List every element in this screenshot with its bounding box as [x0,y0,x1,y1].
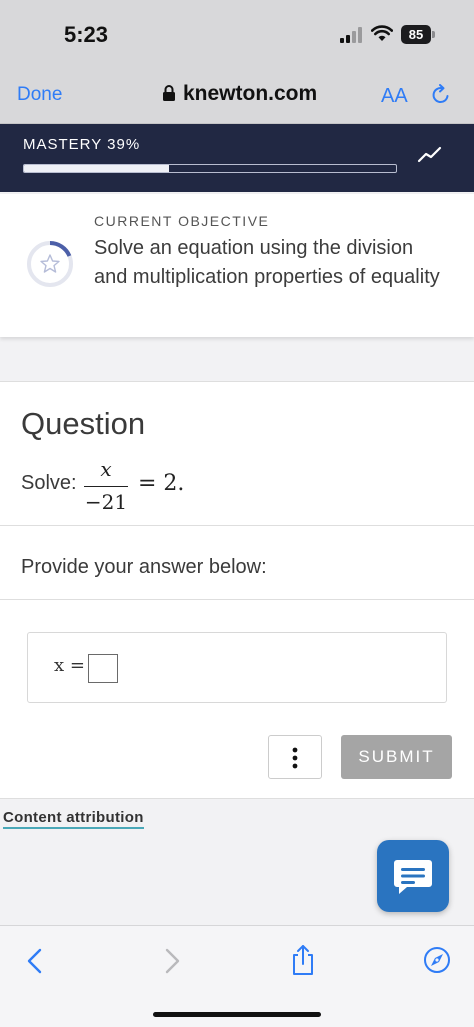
chat-icon [394,860,432,894]
equation-rhs: = 2. [138,471,185,496]
battery-indicator: 85 [401,25,431,44]
objective-label: CURRENT OBJECTIVE [94,213,270,229]
question-title: Question [21,406,146,441]
solve-label: Solve: [21,472,77,494]
signal-icon [340,27,362,43]
browser-toolbar [0,925,474,1027]
status-bar: 5:23 85 [0,0,474,62]
fraction-bar [84,486,128,487]
status-time: 5:23 [64,22,109,47]
text-size-button[interactable]: AA [381,85,408,108]
submit-button[interactable]: SUBMIT [341,735,452,779]
chat-button[interactable] [377,840,449,912]
screen: 5:23 85 Done knewton.com AA MASTERY 39% … [0,0,474,1027]
battery-nub [432,31,435,38]
forward-icon[interactable] [162,948,182,974]
more-options-button[interactable] [268,735,322,779]
lock-icon [163,85,175,101]
divider [0,525,474,526]
answer-area: x = [27,632,447,703]
text-size-label: AA [381,85,408,107]
more-vertical-icon [292,747,298,769]
content-attribution-link[interactable]: Content attribution [3,809,144,829]
provide-answer-label: Provide your answer below: [21,556,267,578]
mastery-progress-track [23,164,397,173]
answer-input[interactable] [88,654,118,683]
question-card: Question Solve: x −21 = 2. Provide your … [0,381,474,799]
mastery-bar: MASTERY 39% [0,124,474,192]
done-button[interactable]: Done [17,84,62,106]
divider [0,599,474,600]
compass-icon[interactable] [423,946,451,974]
fraction-denominator: −21 [84,490,128,514]
star-icon [27,241,73,287]
objective-text: Solve an equation using the division and… [94,237,440,288]
mastery-progress-fill [24,165,170,172]
trend-icon[interactable] [417,144,443,164]
current-objective-card: CURRENT OBJECTIVE Solve an equation usin… [0,194,474,337]
equation-fraction: x −21 [84,457,128,514]
answer-variable: x = [54,655,85,676]
browser-url-bar: Done knewton.com AA [0,62,474,124]
share-icon[interactable] [289,944,317,976]
back-icon[interactable] [25,948,45,974]
url-domain[interactable]: knewton.com [183,82,317,106]
reload-icon[interactable] [430,84,452,106]
mastery-label: MASTERY 39% [23,136,141,153]
home-indicator [153,1012,321,1017]
fraction-numerator: x [100,457,112,481]
wifi-icon [371,25,393,41]
